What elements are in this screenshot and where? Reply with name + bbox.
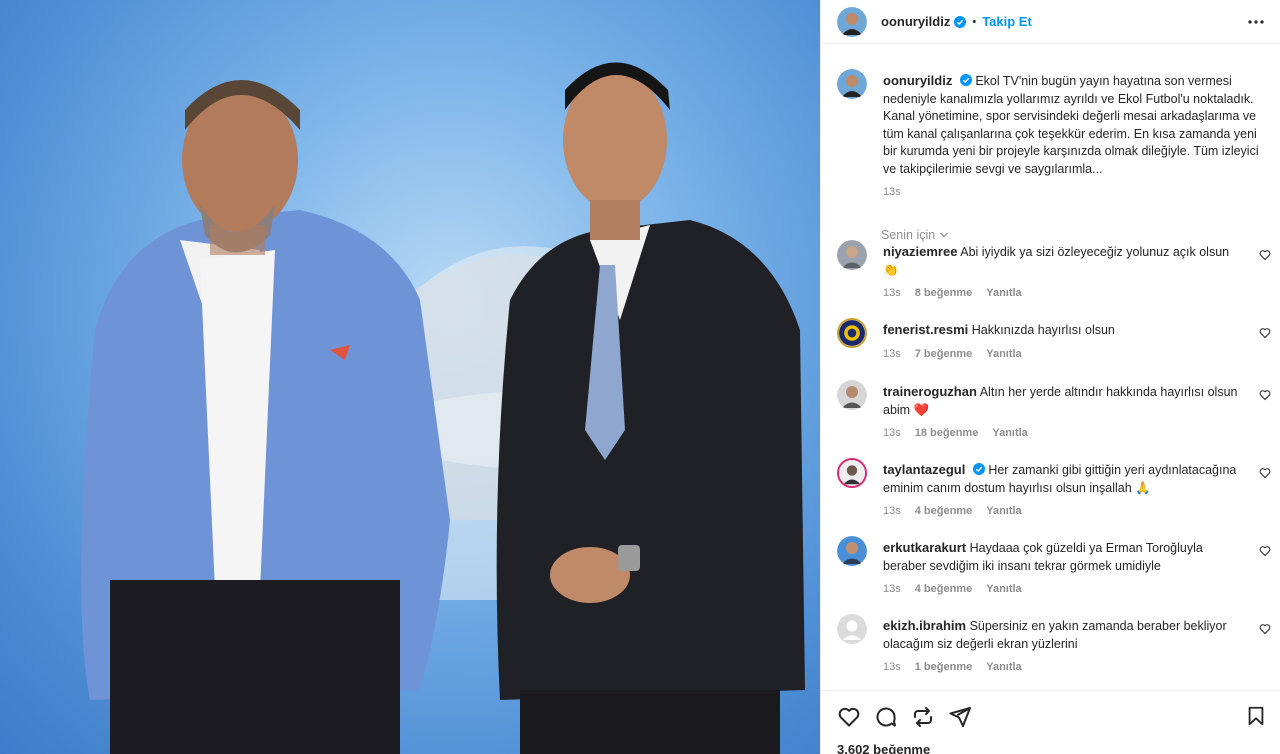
reply-button[interactable]: Yanıtla <box>986 346 1021 364</box>
sort-label: Senin için <box>881 227 936 242</box>
post-side-panel: oonuryildiz • Takip Et oonuryildiz Ekol … <box>820 0 1280 754</box>
caption-text: Ekol TV'nin bugün yayın hayatına son ver… <box>883 74 1259 176</box>
comment-time: 13s <box>883 287 901 299</box>
caption-username[interactable]: oonuryildiz <box>883 73 952 88</box>
author-avatar[interactable] <box>837 6 867 37</box>
commenter-avatar[interactable] <box>837 614 867 644</box>
author-username[interactable]: oonuryildiz <box>881 14 950 29</box>
commenter-avatar[interactable] <box>837 536 867 566</box>
post-image-illustration <box>81 62 805 754</box>
follow-button[interactable]: Takip Et <box>982 14 1032 29</box>
post-caption: oonuryildiz Ekol TV'nin bugün yayın haya… <box>821 44 1280 202</box>
comment-likes[interactable]: 4 beğenme <box>915 503 972 521</box>
commenter-avatar[interactable] <box>837 458 867 488</box>
verified-badge-icon <box>972 463 985 475</box>
comment-time: 13s <box>883 661 901 673</box>
comment-time: 13s <box>883 505 901 517</box>
comment-item: fenerist.resmi Hakkınızda hayırlısı olsu… <box>821 318 1280 364</box>
default-avatar-icon <box>837 614 867 644</box>
post-header: oonuryildiz • Takip Et <box>821 0 1280 44</box>
reply-button[interactable]: Yanıtla <box>986 659 1021 677</box>
separator-dot: • <box>972 15 977 28</box>
avatar-image <box>837 69 867 99</box>
commenter-username[interactable]: erkutkarakurt <box>883 540 966 555</box>
avatar-image <box>839 320 865 346</box>
comment-item: erkutkarakurt Haydaaa çok güzeldi ya Erm… <box>821 536 1280 599</box>
chevron-down-icon <box>940 232 949 238</box>
comment-likes[interactable]: 7 beğenme <box>915 346 972 364</box>
comment-item: ekizh.ibrahim Süpersiniz en yakın zamand… <box>821 614 1280 677</box>
verified-badge-icon <box>954 15 967 28</box>
commenter-username[interactable]: fenerist.resmi <box>883 322 968 337</box>
send-icon[interactable] <box>948 705 972 729</box>
share-icon[interactable] <box>911 705 935 729</box>
reply-button[interactable]: Yanıtla <box>992 425 1027 443</box>
comment-time: 13s <box>883 583 901 595</box>
comment-heart-icon[interactable] <box>1259 249 1271 261</box>
avatar-image <box>837 6 867 37</box>
more-options-icon[interactable] <box>1246 12 1266 32</box>
heart-icon[interactable] <box>837 705 861 729</box>
comment-heart-icon[interactable] <box>1259 545 1271 557</box>
comment-icon[interactable] <box>874 705 898 729</box>
commenter-avatar[interactable] <box>837 318 867 348</box>
comment-item: traineroguzhan Altın her yerde altındır … <box>821 380 1280 443</box>
commenter-username[interactable]: ekizh.ibrahim <box>883 618 966 633</box>
avatar-image <box>837 240 867 270</box>
reply-button[interactable]: Yanıtla <box>986 503 1021 521</box>
commenter-username[interactable]: taylantazegul <box>883 462 965 477</box>
avatar-image <box>839 460 865 486</box>
avatar-image <box>837 536 867 566</box>
comment-time: 13s <box>883 347 901 360</box>
comment-likes[interactable]: 1 beğenme <box>915 659 972 677</box>
comment-heart-icon[interactable] <box>1259 467 1271 479</box>
comment-heart-icon[interactable] <box>1259 623 1271 635</box>
comment-sort-dropdown[interactable]: Senin için <box>821 202 1280 242</box>
verified-badge-icon <box>959 74 972 86</box>
reply-button[interactable]: Yanıtla <box>986 285 1021 303</box>
bookmark-icon[interactable] <box>1245 705 1267 727</box>
post-actions: 3.602 beğenme <box>821 690 1280 754</box>
commenter-username[interactable]: traineroguzhan <box>883 384 977 399</box>
comment-item: niyaziemree Abi iyiydik ya sizi özleyece… <box>821 240 1280 303</box>
post-photo[interactable] <box>0 0 820 754</box>
comment-heart-icon[interactable] <box>1259 389 1271 401</box>
comment-item: taylantazegul Her zamanki gibi gittiğin … <box>821 458 1280 521</box>
comment-time: 13s <box>883 427 901 439</box>
caption-author-avatar[interactable] <box>837 69 867 99</box>
comment-likes[interactable]: 8 beğenme <box>915 285 972 303</box>
reply-button[interactable]: Yanıtla <box>986 581 1021 599</box>
comment-text: Hakkınızda hayırlısı olsun <box>971 323 1115 337</box>
caption-time: 13s <box>883 186 901 198</box>
likes-count[interactable]: 3.602 beğenme <box>837 742 1265 754</box>
comment-heart-icon[interactable] <box>1259 327 1271 339</box>
comment-likes[interactable]: 18 beğenme <box>915 425 979 443</box>
comment-likes[interactable]: 4 beğenme <box>915 581 972 599</box>
avatar-image <box>837 380 867 410</box>
commenter-avatar[interactable] <box>837 380 867 410</box>
commenter-username[interactable]: niyaziemree <box>883 244 957 259</box>
commenter-avatar[interactable] <box>837 240 867 270</box>
